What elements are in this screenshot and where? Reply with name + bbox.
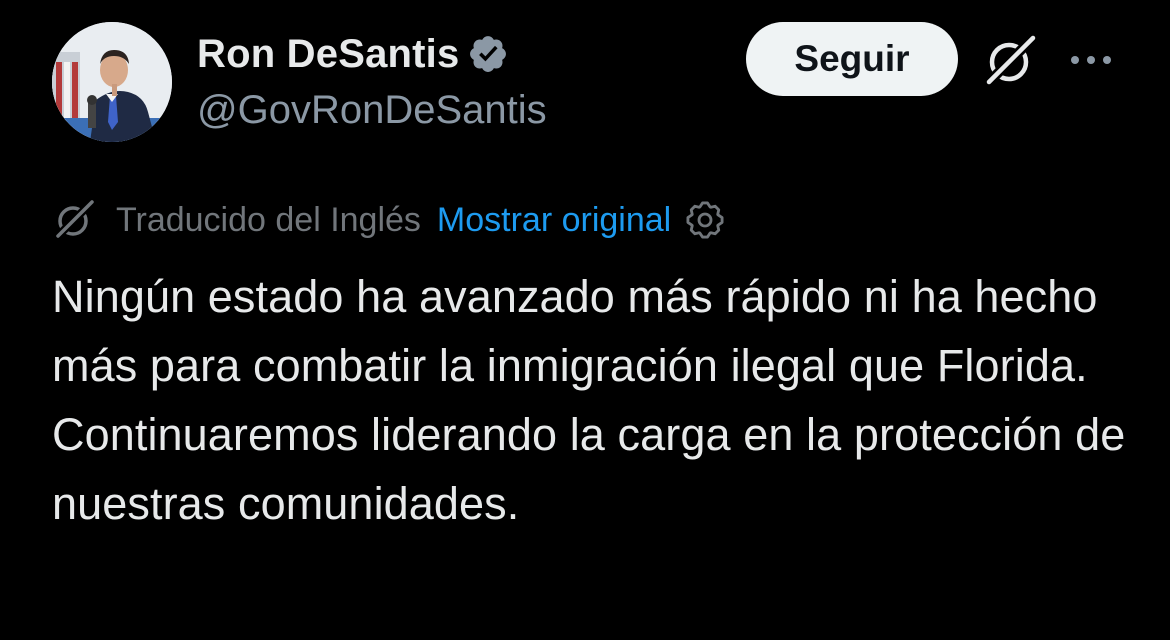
verified-badge-icon[interactable] — [467, 33, 509, 75]
translated-from-label: Traducido del Inglés — [116, 200, 421, 239]
tweet: Ron DeSantis @GovRonDeSantis Seguir Trad… — [0, 0, 1170, 640]
gear-icon[interactable] — [685, 200, 725, 240]
translation-bar: Traducido del Inglés Mostrar original — [52, 196, 725, 244]
show-original-link[interactable]: Mostrar original — [437, 201, 671, 240]
author-handle[interactable]: @GovRonDeSantis — [197, 88, 547, 133]
author-display-name[interactable]: Ron DeSantis — [197, 32, 459, 77]
grok-translate-icon — [52, 198, 96, 242]
author-name-row: Ron DeSantis — [197, 30, 509, 78]
tweet-text: Ningún estado ha avanzado más rápido ni … — [52, 271, 1126, 529]
author-avatar[interactable] — [52, 22, 172, 142]
avatar-image — [52, 22, 172, 142]
grok-icon[interactable] — [980, 32, 1042, 88]
follow-button[interactable]: Seguir — [746, 22, 958, 96]
more-dots-icon[interactable] — [1064, 38, 1118, 82]
